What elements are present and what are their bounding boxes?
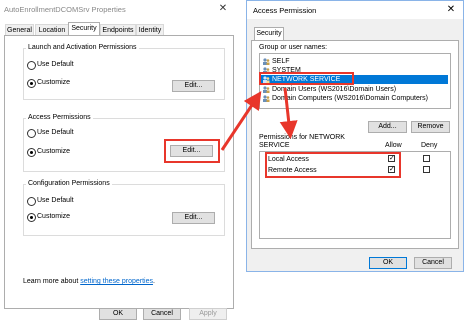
launch-use-default-label: Use Default [37, 61, 74, 68]
dialog-title: Access Permission [253, 6, 317, 15]
learn-more-suffix: . [152, 278, 155, 285]
permissions-for-label-line2: SERVICE [259, 142, 290, 149]
learn-more-prefix: Learn more about [23, 278, 81, 285]
properties-window: AutoEnrollmentDCOMSrv Properties ✕ Gener… [0, 0, 237, 327]
remove-button[interactable]: Remove [411, 121, 450, 133]
user-name: Domain Users (WS2016\Domain Users) [272, 86, 397, 93]
config-customize-radio[interactable] [27, 213, 36, 222]
close-icon[interactable]: ✕ [214, 2, 232, 16]
user-group-icon [262, 86, 270, 93]
tab-dialog-security[interactable]: Security [254, 27, 284, 41]
permissions-for-label: Permissions for NETWORK [259, 134, 345, 141]
access-edit-highlight [164, 139, 220, 163]
props-ok-button[interactable]: OK [99, 308, 137, 320]
launch-edit-button[interactable]: Edit... [172, 80, 215, 92]
local-access-deny-checkbox[interactable] [423, 155, 430, 162]
dialog-cancel-button[interactable]: Cancel [414, 257, 452, 269]
user-name: Domain Computers (WS2016\Domain Computer… [272, 95, 428, 102]
learn-more-text: Learn more about setting these propertie… [23, 278, 155, 285]
props-apply-button[interactable]: Apply [189, 308, 227, 320]
user-group-icon [262, 95, 270, 102]
learn-more-link[interactable]: setting these properties [80, 278, 153, 285]
dialog-titlebar: Access Permission ✕ [247, 1, 463, 19]
config-use-default-radio[interactable] [27, 197, 36, 206]
remote-access-deny-checkbox[interactable] [423, 166, 430, 173]
deny-column-header: Deny [421, 142, 438, 149]
launch-customize-radio[interactable] [27, 79, 36, 88]
permissions-highlight [265, 152, 401, 178]
launch-customize-label: Customize [37, 79, 71, 86]
config-permissions-group [23, 184, 225, 236]
access-permission-dialog: Access Permission ✕ Security Group or us… [246, 0, 464, 272]
properties-title: AutoEnrollmentDCOMSrv Properties [4, 5, 126, 14]
access-customize-label: Customize [37, 148, 71, 155]
access-use-default-radio[interactable] [27, 129, 36, 138]
properties-titlebar: AutoEnrollmentDCOMSrv Properties ✕ [0, 0, 237, 20]
network-service-highlight [259, 72, 354, 85]
group-or-user-names-label: Group or user names: [259, 44, 328, 51]
launch-permissions-title: Launch and Activation Permissions [26, 44, 139, 51]
config-edit-button[interactable]: Edit... [172, 212, 215, 224]
props-cancel-button[interactable]: Cancel [143, 308, 181, 320]
launch-permissions-group [23, 48, 225, 100]
user-name: SELF [272, 58, 290, 65]
config-permissions-title: Configuration Permissions [26, 180, 112, 187]
tab-security[interactable]: Security [68, 22, 100, 36]
config-use-default-label: Use Default [37, 197, 74, 204]
access-use-default-label: Use Default [37, 129, 74, 136]
allow-column-header: Allow [385, 142, 402, 149]
add-button[interactable]: Add... [368, 121, 407, 133]
access-permissions-title: Access Permissions [26, 114, 93, 121]
access-customize-radio[interactable] [27, 148, 36, 157]
dialog-ok-button[interactable]: OK [369, 257, 407, 269]
dialog-close-icon[interactable]: ✕ [443, 3, 459, 17]
config-customize-label: Customize [37, 213, 71, 220]
user-group-icon [262, 58, 270, 65]
launch-use-default-radio[interactable] [27, 61, 36, 70]
